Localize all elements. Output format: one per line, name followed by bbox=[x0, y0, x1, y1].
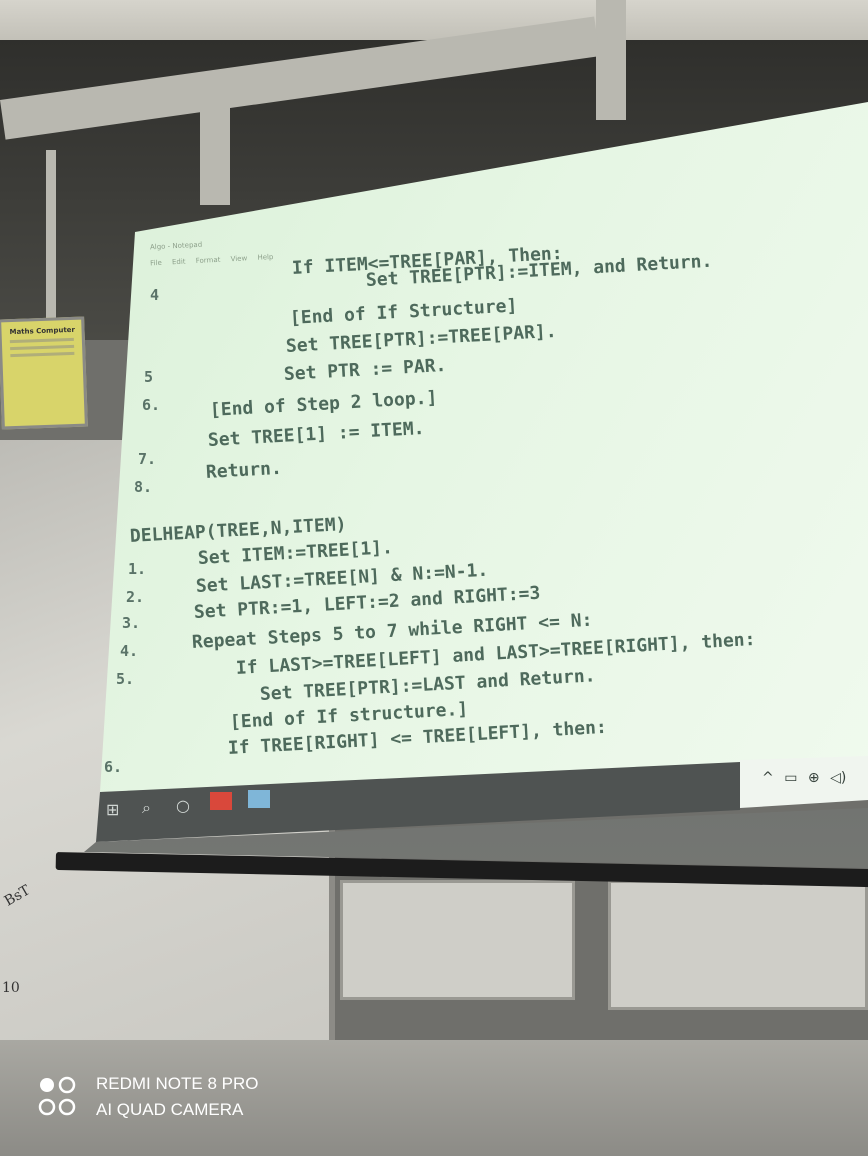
wall-panel bbox=[340, 880, 575, 1000]
system-tray: ^ ▭ ⊕ ◁) bbox=[762, 770, 852, 786]
windows-start-icon[interactable]: ⊞ bbox=[106, 800, 119, 819]
code-line: Set PTR := PAR. bbox=[283, 354, 447, 385]
line-number: 1. bbox=[128, 560, 147, 578]
line-number: 8. bbox=[134, 478, 153, 496]
code-line: Set ITEM:=TREE[1]. bbox=[197, 537, 394, 569]
battery-icon[interactable]: ▭ bbox=[784, 770, 797, 786]
camera-logo-icon bbox=[38, 1076, 76, 1116]
code-line: [End of Step 2 loop.] bbox=[209, 387, 438, 421]
line-number: 5. bbox=[116, 670, 135, 688]
line-number: 4. bbox=[120, 642, 139, 660]
notice-line bbox=[10, 344, 75, 351]
notice-line bbox=[10, 351, 75, 358]
notice-line bbox=[9, 337, 74, 344]
line-number: 5 bbox=[144, 368, 154, 386]
notice-board: Maths Computer bbox=[0, 316, 88, 430]
whiteboard-scribble: BsT bbox=[1, 882, 34, 910]
search-icon[interactable]: ⌕ bbox=[142, 798, 151, 818]
notepad-app-icon[interactable] bbox=[248, 790, 270, 808]
speaker-icon[interactable]: ◁) bbox=[830, 770, 846, 786]
chevron-up-icon[interactable]: ^ bbox=[762, 770, 774, 786]
notice-board-title: Maths Computer bbox=[9, 325, 76, 337]
presentation-app-icon[interactable] bbox=[210, 792, 232, 810]
wall-panel bbox=[608, 880, 868, 1010]
lower-wall bbox=[0, 1040, 868, 1156]
whiteboard-scribble: 10 bbox=[2, 980, 20, 996]
line-number: 7. bbox=[138, 450, 157, 468]
line-number: 3. bbox=[122, 614, 141, 632]
code-line: Return. bbox=[205, 457, 283, 483]
watermark-model: REDMI NOTE 8 PRO bbox=[96, 1074, 259, 1093]
line-number: 2. bbox=[126, 588, 145, 606]
window-frame-right bbox=[596, 0, 626, 120]
globe-icon[interactable]: ⊕ bbox=[808, 770, 820, 786]
window-frame-left bbox=[46, 150, 56, 340]
watermark-camera: AI QUAD CAMERA bbox=[96, 1100, 244, 1119]
task-view-icon[interactable]: ○ bbox=[176, 796, 190, 815]
line-number: 4 bbox=[150, 286, 160, 304]
code-line: Set TREE[1] := ITEM. bbox=[207, 417, 425, 451]
line-number: 6. bbox=[104, 758, 123, 776]
line-number: 6. bbox=[142, 396, 161, 414]
